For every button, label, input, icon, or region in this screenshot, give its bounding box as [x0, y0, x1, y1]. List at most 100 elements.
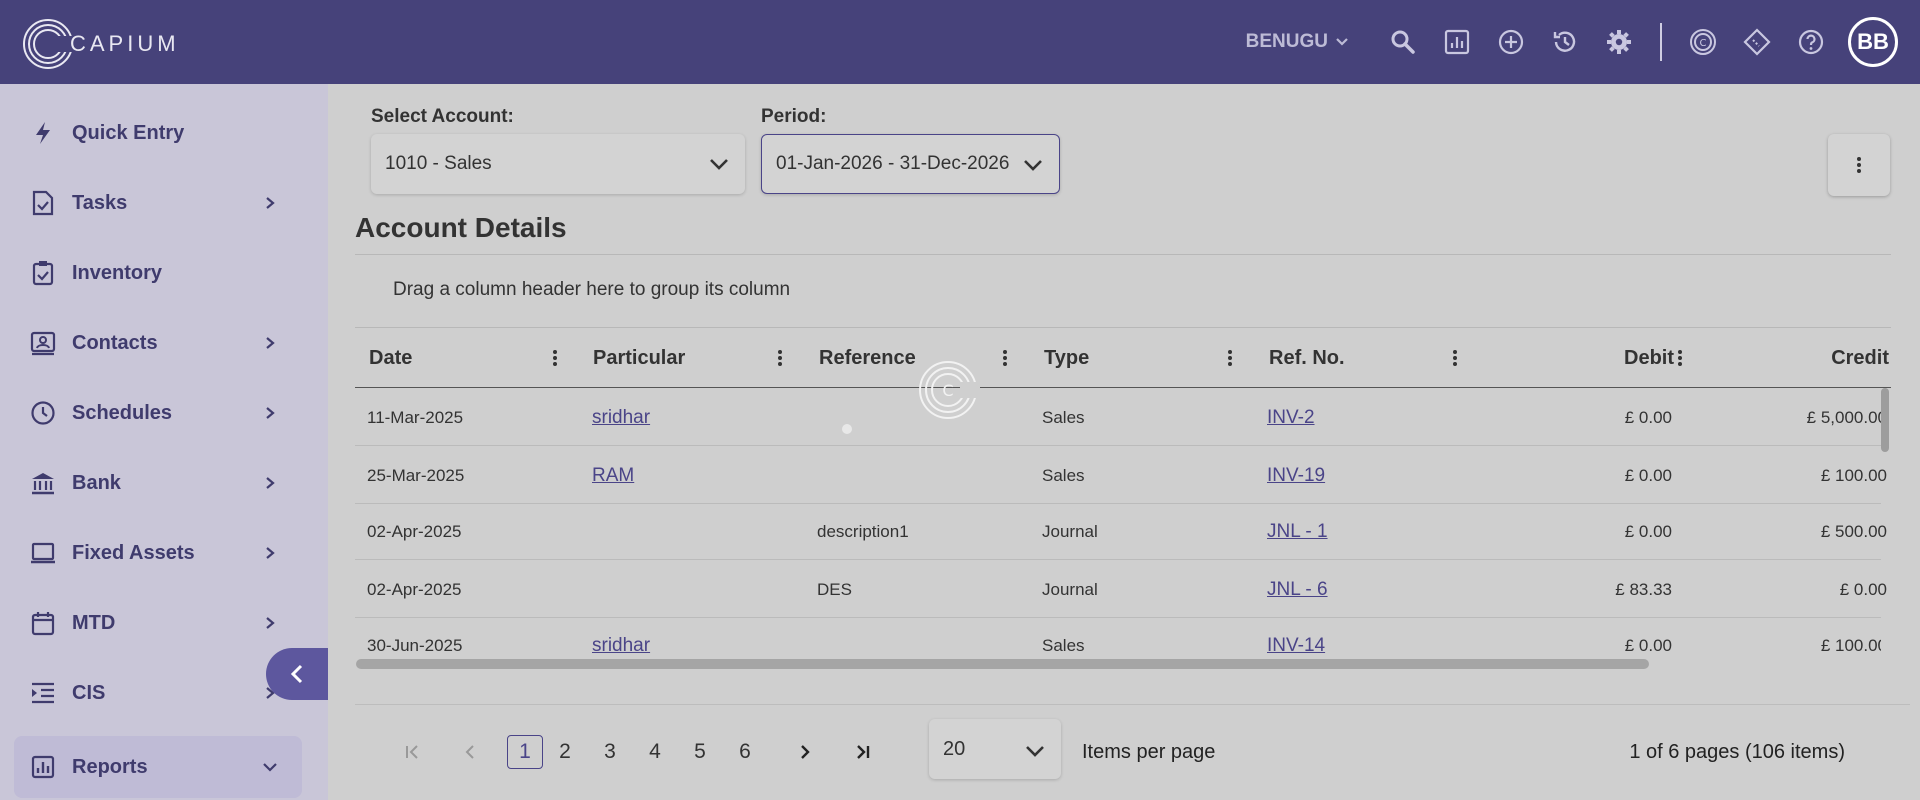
prev-page-button[interactable] — [455, 735, 485, 769]
chevron-down-icon — [258, 755, 282, 779]
next-page-button[interactable] — [790, 735, 820, 769]
more-options-button[interactable] — [1828, 134, 1890, 196]
column-menu-icon[interactable] — [1449, 348, 1461, 368]
chevron-left-icon — [290, 664, 303, 684]
history-icon[interactable] — [1548, 25, 1582, 59]
group-panel-hint: Drag a column header here to group its c… — [393, 279, 791, 300]
chart-icon — [30, 754, 56, 780]
sidebar-item-label: Fixed Assets — [72, 541, 195, 564]
cell-date: 30-Jun-2025 — [367, 636, 463, 655]
ref-no-link[interactable]: INV-2 — [1267, 407, 1315, 429]
grid-header: Date Particular Reference Type Ref. No. … — [355, 328, 1891, 388]
column-menu-icon[interactable] — [774, 348, 786, 368]
sidebar-item-fixed-assets[interactable]: Fixed Assets — [14, 522, 302, 584]
particular-link[interactable]: sridhar — [592, 407, 650, 429]
cell-type: Journal — [1042, 521, 1098, 541]
column-header-type[interactable]: Type — [1044, 328, 1089, 388]
collapse-sidebar-button[interactable] — [266, 648, 328, 700]
sidebar-item-quick-entry[interactable]: Quick Entry — [14, 102, 302, 164]
cell-date: 02-Apr-2025 — [367, 579, 462, 599]
particular-link[interactable]: sridhar — [592, 635, 650, 657]
sidebar-item-label: MTD — [72, 611, 116, 634]
vertical-scrollbar[interactable] — [1881, 388, 1889, 452]
sidebar-item-bank[interactable]: Bank — [14, 452, 302, 514]
capium-c-icon[interactable]: C — [1686, 25, 1720, 59]
table-row[interactable]: 02-Apr-2025 description1 Journal JNL - 1… — [355, 503, 1887, 560]
page-2-button[interactable]: 2 — [547, 735, 583, 769]
svg-text:C: C — [1700, 38, 1707, 49]
sidebar-item-cis[interactable]: CIS — [14, 662, 302, 724]
page-5-button[interactable]: 5 — [682, 735, 718, 769]
laptop-icon — [30, 540, 56, 566]
svg-text:C: C — [942, 381, 953, 400]
pager-info: 1 of 6 pages (106 items) — [1629, 741, 1845, 763]
report-icon[interactable] — [1440, 25, 1474, 59]
column-header-debit[interactable]: Debit — [1494, 328, 1674, 388]
table-row[interactable]: 02-Apr-2025 DES Journal JNL - 6 £ 83.33 … — [355, 561, 1887, 618]
avatar[interactable]: BB — [1848, 17, 1898, 67]
chevron-left-icon — [465, 745, 474, 759]
contacts-icon — [30, 330, 56, 356]
sidebar-item-label: CIS — [72, 681, 106, 704]
cell-type: Journal — [1042, 579, 1098, 599]
search-icon[interactable] — [1386, 25, 1420, 59]
column-header-particular[interactable]: Particular — [593, 328, 685, 388]
sidebar-item-label: Contacts — [72, 331, 158, 354]
cell-credit: £ 0.00 — [1839, 579, 1887, 599]
page-3-button[interactable]: 3 — [592, 735, 628, 769]
last-page-button[interactable] — [848, 735, 878, 769]
column-menu-icon[interactable] — [999, 348, 1011, 368]
column-header-reference[interactable]: Reference — [819, 328, 916, 388]
task-icon — [30, 190, 56, 216]
column-menu-icon[interactable] — [549, 348, 561, 368]
ref-no-link[interactable]: JNL - 1 — [1267, 521, 1328, 543]
page-size-select[interactable]: 20 — [929, 719, 1061, 779]
help-icon[interactable] — [1794, 25, 1828, 59]
chevron-right-icon — [258, 471, 282, 495]
sidebar-item-tasks[interactable]: Tasks — [14, 172, 302, 234]
table-row[interactable]: 30-Jun-2025 sridhar Sales INV-14 £ 0.00 … — [355, 618, 1881, 658]
settings-icon[interactable] — [1602, 25, 1636, 59]
page-size-value: 20 — [943, 737, 966, 760]
loading-spinner-icon: C — [916, 358, 982, 427]
sidebar-item-inventory[interactable]: Inventory — [14, 242, 302, 304]
page-4-button[interactable]: 4 — [637, 735, 673, 769]
page-1-button[interactable]: 1 — [507, 735, 543, 769]
cell-debit: £ 0.00 — [1624, 521, 1672, 541]
column-menu-icon[interactable] — [1224, 348, 1236, 368]
column-header-date[interactable]: Date — [369, 328, 412, 388]
page-6-button[interactable]: 6 — [727, 735, 763, 769]
cell-reference: DES — [817, 579, 852, 599]
cell-credit: £ 100.00 — [1820, 636, 1881, 655]
account-select[interactable]: 1010 - Sales — [371, 134, 745, 194]
divider — [355, 254, 1891, 255]
table-row[interactable]: 25-Mar-2025 RAM Sales INV-19 £ 0.00 £ 10… — [355, 447, 1887, 504]
sidebar-item-mtd[interactable]: MTD — [14, 592, 302, 654]
sidebar-item-schedules[interactable]: Schedules — [14, 382, 302, 444]
sidebar-item-label: Tasks — [72, 191, 128, 214]
column-header-credit[interactable]: Credit — [1719, 328, 1889, 388]
company-name: BENUGU — [1245, 31, 1328, 52]
lightning-icon — [30, 120, 56, 146]
company-switcher[interactable]: BENUGU — [1246, 31, 1350, 53]
ticket-icon[interactable] — [1740, 25, 1774, 59]
indent-icon — [30, 680, 56, 706]
particular-link[interactable]: RAM — [592, 465, 634, 487]
first-page-button[interactable] — [397, 735, 427, 769]
capium-logo[interactable]: CAPIUM — [22, 18, 180, 70]
column-header-ref-no[interactable]: Ref. No. — [1269, 328, 1345, 388]
column-menu-icon[interactable] — [1674, 348, 1686, 368]
chevron-down-icon — [1026, 746, 1044, 757]
sidebar-item-label: Schedules — [72, 401, 173, 424]
period-select[interactable]: 01-Jan-2026 - 31-Dec-2026 — [761, 134, 1060, 194]
table-row[interactable]: 11-Mar-2025 sridhar Sales INV-2 £ 0.00 £… — [355, 389, 1887, 446]
chevron-right-icon — [258, 191, 282, 215]
ref-no-link[interactable]: JNL - 6 — [1267, 579, 1328, 601]
items-per-page-label: Items per page — [1082, 741, 1216, 763]
add-icon[interactable] — [1494, 25, 1528, 59]
sidebar-item-reports[interactable]: Reports — [14, 736, 302, 798]
sidebar-item-contacts[interactable]: Contacts — [14, 312, 302, 374]
horizontal-scrollbar[interactable] — [356, 659, 1649, 669]
ref-no-link[interactable]: INV-19 — [1267, 465, 1325, 487]
ref-no-link[interactable]: INV-14 — [1267, 635, 1325, 657]
